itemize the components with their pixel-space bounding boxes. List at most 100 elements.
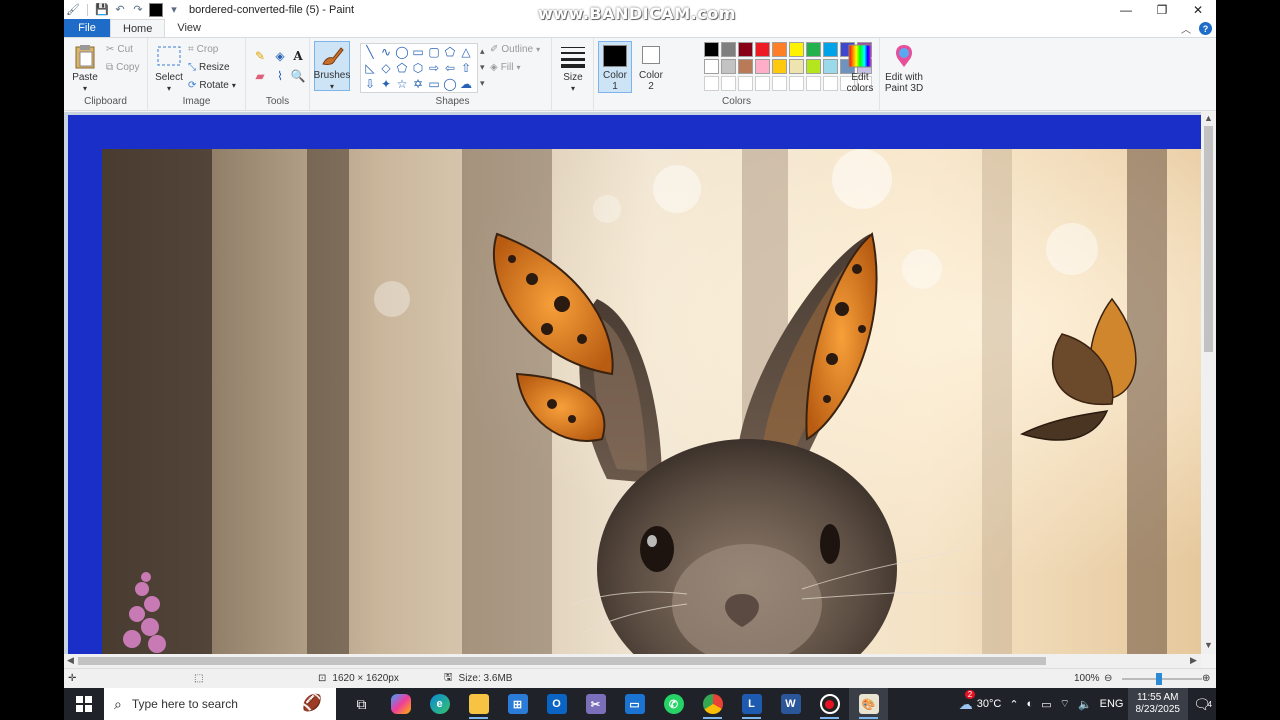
edge-icon[interactable]: e <box>420 688 459 720</box>
canvas-area[interactable] <box>64 112 1201 654</box>
word-icon[interactable]: W <box>771 688 810 720</box>
notification-center-icon[interactable]: 🗨 4 <box>1188 696 1216 713</box>
magnifier-icon[interactable]: 🔍 <box>290 68 306 84</box>
custom-color-slot[interactable] <box>789 76 804 91</box>
current-color-swatch[interactable] <box>149 2 163 17</box>
zoom-out-icon[interactable]: ⊖ <box>1104 673 1112 684</box>
palette-color-swatch[interactable] <box>806 59 821 74</box>
palette-color-swatch[interactable] <box>704 42 719 57</box>
close-button[interactable]: ✕ <box>1180 0 1216 19</box>
tab-view[interactable]: View <box>165 19 213 37</box>
up-arrow-shape-icon[interactable]: ⇧ <box>459 61 473 75</box>
snipping-tool-icon[interactable]: ✂ <box>576 688 615 720</box>
microsoft-store-icon[interactable]: ⊞ <box>498 688 537 720</box>
text-tool-icon[interactable]: A <box>290 48 306 64</box>
vertical-scroll-thumb[interactable] <box>1204 126 1213 352</box>
tab-file[interactable]: File <box>64 19 110 37</box>
bandicam-icon[interactable] <box>810 688 849 720</box>
callout-cloud-shape-icon[interactable]: ☁ <box>459 77 473 91</box>
zoom-in-icon[interactable]: ⊕ <box>1202 673 1210 684</box>
zoom-slider[interactable] <box>1122 678 1202 680</box>
edit-colors-button[interactable]: Edit colors <box>842 42 878 94</box>
network-icon[interactable]: ⌔ <box>1056 697 1074 711</box>
fill-bucket-icon[interactable]: ◈ <box>272 48 288 64</box>
copy-button[interactable]: ⧉ Copy <box>106 62 140 73</box>
shapes-scroll-up-icon[interactable]: ▴ <box>480 46 485 57</box>
four-point-star-shape-icon[interactable]: ✦ <box>379 77 393 91</box>
zoom-slider-thumb[interactable] <box>1156 673 1162 685</box>
weather-widget[interactable]: ☁ 2 30°C <box>955 689 1006 713</box>
fill-button[interactable]: ◈ Fill ▾ <box>490 62 521 73</box>
palette-color-swatch[interactable] <box>772 59 787 74</box>
rotate-button[interactable]: ⟳ Rotate ▾ <box>188 80 236 91</box>
maximize-button[interactable]: ❐ <box>1144 0 1180 19</box>
hexagon-shape-icon[interactable]: ⬡ <box>411 61 425 75</box>
shapes-expand-icon[interactable]: ▾ <box>480 78 485 89</box>
rectangle-shape-icon[interactable]: ▭ <box>411 45 425 59</box>
palette-color-swatch[interactable] <box>721 42 736 57</box>
battery-icon[interactable]: ▭ <box>1037 698 1055 711</box>
language-indicator[interactable]: ENG <box>1096 698 1128 710</box>
palette-color-swatch[interactable] <box>738 42 753 57</box>
palette-color-swatch[interactable] <box>823 59 838 74</box>
select-button[interactable]: Select ▾ <box>154 42 184 94</box>
polygon-shape-icon[interactable]: ⬠ <box>443 45 457 59</box>
size-button[interactable]: Size ▾ <box>556 42 590 94</box>
scroll-down-icon[interactable]: ▼ <box>1204 640 1213 650</box>
outline-button[interactable]: ✐ Outline ▾ <box>490 44 540 55</box>
collapse-ribbon-icon[interactable]: ︿ <box>1181 21 1191 36</box>
custom-color-slot[interactable] <box>721 76 736 91</box>
oval-shape-icon[interactable]: ◯ <box>395 45 409 59</box>
custom-color-slot[interactable] <box>823 76 838 91</box>
eraser-icon[interactable]: ▰ <box>252 68 268 84</box>
line-shape-icon[interactable]: ╲ <box>363 45 377 59</box>
color2-button[interactable]: Color 2 <box>636 41 666 92</box>
pencil-icon[interactable]: ✎ <box>252 48 268 64</box>
six-point-star-shape-icon[interactable]: ✡ <box>411 77 425 91</box>
palette-color-swatch[interactable] <box>789 42 804 57</box>
palette-color-swatch[interactable] <box>789 59 804 74</box>
custom-color-slot[interactable] <box>738 76 753 91</box>
left-arrow-shape-icon[interactable]: ⇦ <box>443 61 457 75</box>
horizontal-scrollbar[interactable]: ◀ ▶ <box>64 654 1201 668</box>
paste-button[interactable]: Paste ▾ <box>70 42 100 94</box>
pentagon-shape-icon[interactable]: ⬠ <box>395 61 409 75</box>
scroll-left-icon[interactable]: ◀ <box>67 655 74 666</box>
redo-icon[interactable]: ↷ <box>131 3 145 17</box>
tray-expand-icon[interactable]: ⌃ <box>1005 698 1022 711</box>
outlook-icon[interactable]: O <box>537 688 576 720</box>
whatsapp-icon[interactable]: ✆ <box>654 688 693 720</box>
edit-with-paint3d-button[interactable]: Edit with Paint 3D <box>882 42 926 94</box>
palette-color-swatch[interactable] <box>721 59 736 74</box>
volume-icon[interactable]: 🔈 <box>1074 698 1096 711</box>
save-icon[interactable]: 💾 <box>95 3 109 17</box>
crop-button[interactable]: ⌗ Crop <box>188 44 218 55</box>
scroll-up-icon[interactable]: ▲ <box>1204 113 1213 123</box>
brushes-button[interactable]: Brushes ▾ <box>314 41 350 91</box>
start-button[interactable] <box>64 688 104 720</box>
color-picker-icon[interactable]: ⌇ <box>272 68 288 84</box>
scroll-right-icon[interactable]: ▶ <box>1190 655 1197 666</box>
help-icon[interactable]: ? <box>1199 22 1212 35</box>
paint-taskbar-icon[interactable]: 🎨 <box>849 688 888 720</box>
task-view-icon[interactable]: ⧉ <box>342 688 381 720</box>
custom-color-slot[interactable] <box>704 76 719 91</box>
canvas-image[interactable] <box>102 149 1201 654</box>
converter-app-icon[interactable]: L <box>732 688 771 720</box>
horizontal-scroll-thumb[interactable] <box>78 657 1046 665</box>
app-window-icon[interactable]: ▭ <box>615 688 654 720</box>
palette-color-swatch[interactable] <box>755 42 770 57</box>
palette-color-swatch[interactable] <box>704 59 719 74</box>
right-arrow-shape-icon[interactable]: ⇨ <box>427 61 441 75</box>
triangle-shape-icon[interactable]: △ <box>459 45 473 59</box>
shapes-scroll-down-icon[interactable]: ▾ <box>480 62 485 73</box>
curve-shape-icon[interactable]: ∿ <box>379 45 393 59</box>
tab-home[interactable]: Home <box>110 19 166 37</box>
minimize-button[interactable]: — <box>1108 0 1144 19</box>
taskbar-search-box[interactable]: ⌕ Type here to search 🏈 <box>104 688 336 720</box>
right-triangle-shape-icon[interactable]: ◺ <box>363 61 377 75</box>
undo-icon[interactable]: ↶ <box>113 3 127 17</box>
rounded-rectangle-shape-icon[interactable]: ▢ <box>427 45 441 59</box>
color1-button[interactable]: Color 1 <box>598 41 632 93</box>
vertical-scrollbar[interactable]: ▲ ▼ <box>1201 112 1216 654</box>
